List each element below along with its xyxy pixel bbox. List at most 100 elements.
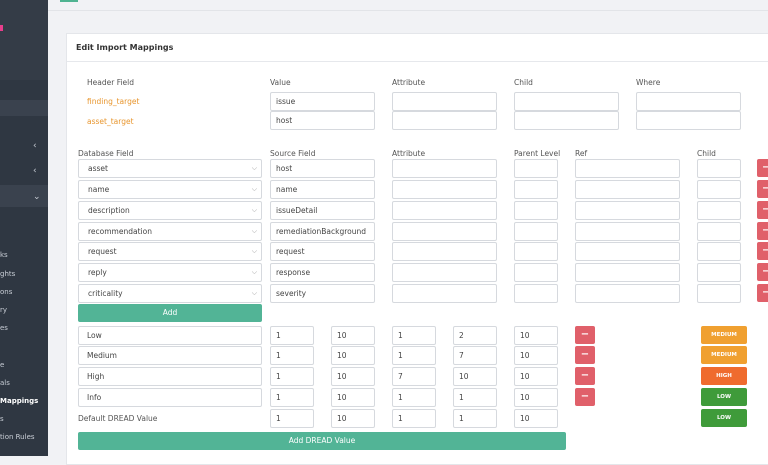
delete-row-button[interactable]: − bbox=[757, 159, 768, 177]
dread-value-input[interactable]: 1 bbox=[392, 346, 436, 365]
dread-name-input[interactable]: Medium bbox=[78, 346, 262, 365]
dread-value-input[interactable]: 10 bbox=[331, 367, 375, 386]
child-input[interactable] bbox=[697, 159, 741, 178]
database-field-select[interactable]: description ⌵ bbox=[78, 201, 262, 220]
attribute-input[interactable] bbox=[392, 242, 497, 261]
database-field-select[interactable]: request ⌵ bbox=[78, 242, 262, 261]
parent-level-input[interactable] bbox=[514, 242, 558, 261]
parent-level-input[interactable] bbox=[514, 159, 558, 178]
ref-input[interactable] bbox=[575, 201, 680, 220]
default-dread-value-input[interactable]: 10 bbox=[514, 409, 558, 428]
header-value-input[interactable]: issue bbox=[270, 92, 375, 111]
delete-row-button[interactable]: − bbox=[757, 263, 768, 281]
header-value-input[interactable]: host bbox=[270, 111, 375, 130]
sidebar-item[interactable]: ry bbox=[0, 306, 7, 314]
delete-dread-button[interactable]: − bbox=[575, 388, 595, 406]
header-where-input[interactable] bbox=[636, 111, 741, 130]
dread-value-input[interactable]: 1 bbox=[270, 346, 314, 365]
source-field-input[interactable]: response bbox=[270, 263, 375, 282]
default-dread-value-input[interactable]: 1 bbox=[453, 409, 497, 428]
database-field-select[interactable]: reply ⌵ bbox=[78, 263, 262, 282]
sidebar-item[interactable]: als bbox=[0, 379, 10, 387]
ref-input[interactable] bbox=[575, 242, 680, 261]
header-attribute-input[interactable] bbox=[392, 111, 497, 130]
dread-value-input[interactable]: 10 bbox=[331, 388, 375, 407]
dread-value-input[interactable]: 10 bbox=[453, 367, 497, 386]
parent-level-input[interactable] bbox=[514, 284, 558, 303]
chevron-down-icon[interactable]: ⌄ bbox=[33, 192, 41, 202]
sidebar-item[interactable]: ons bbox=[0, 288, 12, 296]
sidebar-item[interactable]: tion Rules bbox=[0, 433, 35, 441]
delete-row-button[interactable]: − bbox=[757, 180, 768, 198]
parent-level-input[interactable] bbox=[514, 263, 558, 282]
dread-value-input[interactable]: 1 bbox=[392, 388, 436, 407]
sidebar-item[interactable]: es bbox=[0, 324, 8, 332]
sidebar-item[interactable]: e bbox=[0, 361, 4, 369]
source-field-input[interactable]: name bbox=[270, 180, 375, 199]
source-field-input[interactable]: remediationBackground bbox=[270, 222, 375, 241]
attribute-input[interactable] bbox=[392, 222, 497, 241]
dread-value-input[interactable]: 1 bbox=[453, 388, 497, 407]
dread-value-input[interactable]: 1 bbox=[392, 326, 436, 345]
sidebar-item[interactable]: ghts bbox=[0, 270, 15, 278]
dread-value-input[interactable]: 2 bbox=[453, 326, 497, 345]
ref-input[interactable] bbox=[575, 263, 680, 282]
attribute-input[interactable] bbox=[392, 180, 497, 199]
child-input[interactable] bbox=[697, 284, 741, 303]
dread-value-input[interactable]: 10 bbox=[514, 388, 558, 407]
dread-value-input[interactable]: 10 bbox=[514, 346, 558, 365]
sidebar-item[interactable]: s bbox=[0, 415, 4, 423]
dread-value-input[interactable]: 1 bbox=[270, 388, 314, 407]
delete-row-button[interactable]: − bbox=[757, 201, 768, 219]
attribute-input[interactable] bbox=[392, 263, 497, 282]
delete-row-button[interactable]: − bbox=[757, 284, 768, 302]
source-field-input[interactable]: severity bbox=[270, 284, 375, 303]
delete-dread-button[interactable]: − bbox=[575, 346, 595, 364]
parent-level-input[interactable] bbox=[514, 222, 558, 241]
attribute-input[interactable] bbox=[392, 201, 497, 220]
dread-value-input[interactable]: 10 bbox=[331, 346, 375, 365]
default-dread-value-input[interactable]: 1 bbox=[270, 409, 314, 428]
header-attribute-input[interactable] bbox=[392, 92, 497, 111]
child-input[interactable] bbox=[697, 222, 741, 241]
parent-level-input[interactable] bbox=[514, 201, 558, 220]
header-child-input[interactable] bbox=[514, 111, 619, 130]
dread-name-input[interactable]: Low bbox=[78, 326, 262, 345]
ref-input[interactable] bbox=[575, 222, 680, 241]
default-dread-value-input[interactable]: 1 bbox=[392, 409, 436, 428]
dread-value-input[interactable]: 10 bbox=[331, 326, 375, 345]
sidebar-item[interactable]: ks bbox=[0, 251, 8, 259]
dread-value-input[interactable]: 7 bbox=[453, 346, 497, 365]
header-child-input[interactable] bbox=[514, 92, 619, 111]
ref-input[interactable] bbox=[575, 159, 680, 178]
header-where-input[interactable] bbox=[636, 92, 741, 111]
add-mapping-button[interactable]: Add bbox=[78, 304, 262, 322]
source-field-input[interactable]: issueDetail bbox=[270, 201, 375, 220]
delete-row-button[interactable]: − bbox=[757, 222, 768, 240]
delete-dread-button[interactable]: − bbox=[575, 326, 595, 344]
dread-name-input[interactable]: High bbox=[78, 367, 262, 386]
delete-dread-button[interactable]: − bbox=[575, 367, 595, 385]
default-dread-value-input[interactable]: 10 bbox=[331, 409, 375, 428]
dread-value-input[interactable]: 1 bbox=[270, 367, 314, 386]
chevron-left-icon[interactable]: ‹ bbox=[33, 141, 37, 151]
child-input[interactable] bbox=[697, 242, 741, 261]
sidebar-item-import-mappings[interactable]: Mappings bbox=[0, 397, 38, 405]
parent-level-input[interactable] bbox=[514, 180, 558, 199]
source-field-input[interactable]: request bbox=[270, 242, 375, 261]
add-dread-value-button[interactable]: Add DREAD Value bbox=[78, 432, 566, 450]
chevron-left-icon[interactable]: ‹ bbox=[33, 166, 37, 176]
delete-row-button[interactable]: − bbox=[757, 242, 768, 260]
database-field-select[interactable]: recommendation ⌵ bbox=[78, 222, 262, 241]
dread-value-input[interactable]: 1 bbox=[270, 326, 314, 345]
ref-input[interactable] bbox=[575, 180, 680, 199]
database-field-select[interactable]: name ⌵ bbox=[78, 180, 262, 199]
dread-value-input[interactable]: 10 bbox=[514, 326, 558, 345]
database-field-select[interactable]: asset ⌵ bbox=[78, 159, 262, 178]
dread-value-input[interactable]: 7 bbox=[392, 367, 436, 386]
child-input[interactable] bbox=[697, 201, 741, 220]
attribute-input[interactable] bbox=[392, 284, 497, 303]
ref-input[interactable] bbox=[575, 284, 680, 303]
attribute-input[interactable] bbox=[392, 159, 497, 178]
child-input[interactable] bbox=[697, 180, 741, 199]
